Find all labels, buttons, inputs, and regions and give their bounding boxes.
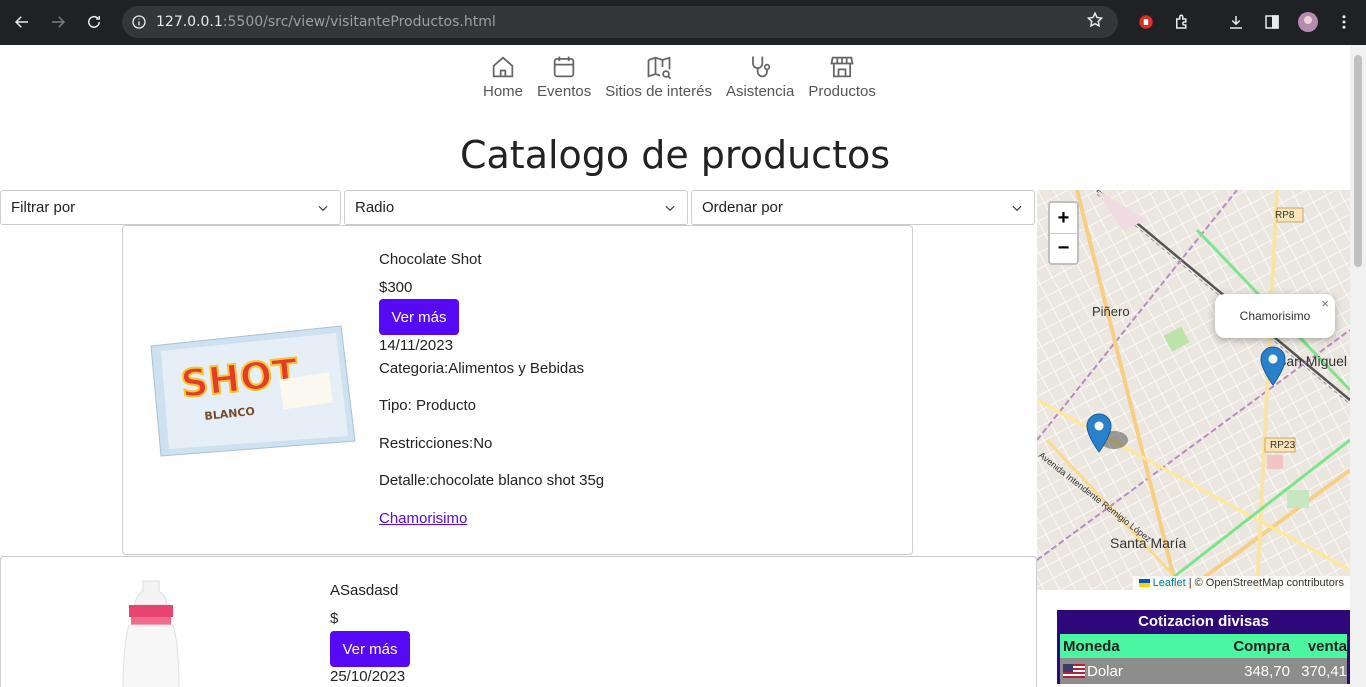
filter-by-label: Filtrar por <box>11 199 76 216</box>
product-date: 14/11/2023 <box>379 337 453 354</box>
nav-eventos-label: Eventos <box>537 83 592 100</box>
store-link[interactable]: Chamorisimo <box>379 510 467 527</box>
forward-button[interactable] <box>40 4 76 40</box>
ver-mas-button[interactable]: Ver más <box>330 631 410 667</box>
zoom-in-button[interactable]: + <box>1050 203 1077 233</box>
url-text: 127.0.0.1:5500/src/view/visitanteProduct… <box>156 14 496 30</box>
page-title: Catalogo de productos <box>459 133 891 177</box>
map-label-rp8: RP8 <box>1275 210 1295 221</box>
currency-buy: 348,70 <box>1244 662 1290 680</box>
nav-eventos[interactable]: Eventos <box>530 53 598 100</box>
product-image-chocolate-shot: SHOT BLANCO <box>150 325 356 457</box>
site-info-icon[interactable] <box>122 14 156 30</box>
stethoscope-icon <box>752 56 771 78</box>
product-detail: Detalle:chocolate blanco shot 35g <box>379 472 605 489</box>
map[interactable]: RP8 RP23 Piñero San Miguel Santa María A… <box>1037 190 1350 590</box>
popup-close-button[interactable]: × <box>1321 296 1329 311</box>
page-scrollbar[interactable] <box>1350 45 1366 687</box>
store-icon <box>830 56 854 78</box>
currency-row: Dolar 348,70 370,41 <box>1060 658 1347 684</box>
radius-select[interactable]: Radio <box>344 190 688 225</box>
map-marker-icon[interactable] <box>1084 412 1134 454</box>
profile-avatar[interactable] <box>1294 8 1322 36</box>
home-icon <box>492 56 514 78</box>
currency-name: Dolar <box>1087 662 1123 680</box>
side-panel-icon[interactable] <box>1258 8 1286 36</box>
product-price: $ <box>330 610 339 627</box>
currency-title: Cotizacion divisas <box>1138 613 1269 630</box>
currency-header-row: Moneda Compra venta <box>1060 634 1347 658</box>
bookmark-star-icon[interactable] <box>1086 11 1104 33</box>
map-marker-icon[interactable] <box>1260 345 1292 387</box>
product-date: 25/10/2023 <box>330 668 406 685</box>
map-label-rp23: RP23 <box>1270 440 1296 451</box>
nav-sitios-label: Sitios de interés <box>605 83 712 100</box>
ukraine-flag-icon <box>1138 579 1150 588</box>
us-flag-icon <box>1063 664 1085 678</box>
radius-label: Radio <box>355 199 395 216</box>
order-by-label: Ordenar por <box>702 199 783 216</box>
scrollbar-thumb[interactable] <box>1354 55 1362 267</box>
map-attribution: Leaflet | © OpenStreetMap contributors <box>1132 576 1350 590</box>
currency-widget: Cotizacion divisas Moneda Compra venta D… <box>1057 610 1350 684</box>
ver-mas-button[interactable]: Ver más <box>379 299 459 335</box>
col-compra: Compra <box>1233 637 1290 655</box>
filter-bar: Filtrar por Radio Ordenar por <box>0 190 1038 225</box>
product-category: Categoria:Alimentos y Bebidas <box>379 360 585 377</box>
osm-attribution: | © OpenStreetMap contributors <box>1188 577 1344 589</box>
filter-by-select[interactable]: Filtrar por <box>0 190 341 225</box>
product-type: Tipo: Producto <box>379 397 476 414</box>
nav-productos-label: Productos <box>808 83 876 100</box>
order-by-select[interactable]: Ordenar por <box>691 190 1035 225</box>
map-search-icon <box>647 56 671 80</box>
map-label-pinero: Piñero <box>1092 304 1130 319</box>
col-moneda: Moneda <box>1063 637 1120 655</box>
product-card: SHOT BLANCO Chocolate Shot $300 Ver más … <box>122 225 913 555</box>
product-name: Chocolate Shot <box>379 251 482 268</box>
page-content: Home Eventos Sitios de interés Asistenci… <box>0 45 1350 687</box>
popup-text: Chamorisimo <box>1239 309 1311 323</box>
reload-button[interactable] <box>76 4 112 40</box>
extensions-puzzle-icon[interactable] <box>1168 8 1196 36</box>
calendar-icon <box>553 56 575 78</box>
product-name: ASasdasd <box>330 582 399 599</box>
chevron-down-icon <box>665 205 675 211</box>
product-restrictions: Restricciones:No <box>379 435 493 452</box>
map-tiles <box>1037 190 1350 590</box>
menu-kebab-icon[interactable] <box>1330 8 1358 36</box>
product-card: ASasdasd $ Ver más 25/10/2023 <box>0 556 1037 687</box>
download-icon[interactable] <box>1222 8 1250 36</box>
browser-toolbar: 127.0.0.1:5500/src/view/visitanteProduct… <box>0 0 1366 45</box>
nav-productos[interactable]: Productos <box>801 53 883 100</box>
nav-asistencia[interactable]: Asistencia <box>719 53 801 100</box>
nav-home-label: Home <box>483 83 524 100</box>
col-venta: venta <box>1307 637 1347 655</box>
product-image-bottle <box>122 580 180 687</box>
back-button[interactable] <box>4 4 40 40</box>
product-price: $300 <box>379 279 413 296</box>
zoom-out-button[interactable]: − <box>1050 233 1077 263</box>
leaflet-link[interactable]: Leaflet <box>1153 577 1186 589</box>
chevron-down-icon <box>1012 205 1022 211</box>
extension-icon[interactable] <box>1132 8 1160 36</box>
currency-sell: 370,41 <box>1301 662 1347 680</box>
address-bar[interactable]: 127.0.0.1:5500/src/view/visitanteProduct… <box>122 6 1118 38</box>
nav-home[interactable]: Home <box>476 53 530 100</box>
nav-asistencia-label: Asistencia <box>725 83 795 100</box>
nav-sitios[interactable]: Sitios de interés <box>598 53 719 100</box>
map-popup: Chamorisimo × <box>1215 294 1335 338</box>
top-nav: Home Eventos Sitios de interés Asistenci… <box>476 53 883 100</box>
zoom-control: + − <box>1048 201 1079 265</box>
chevron-down-icon <box>318 205 328 211</box>
